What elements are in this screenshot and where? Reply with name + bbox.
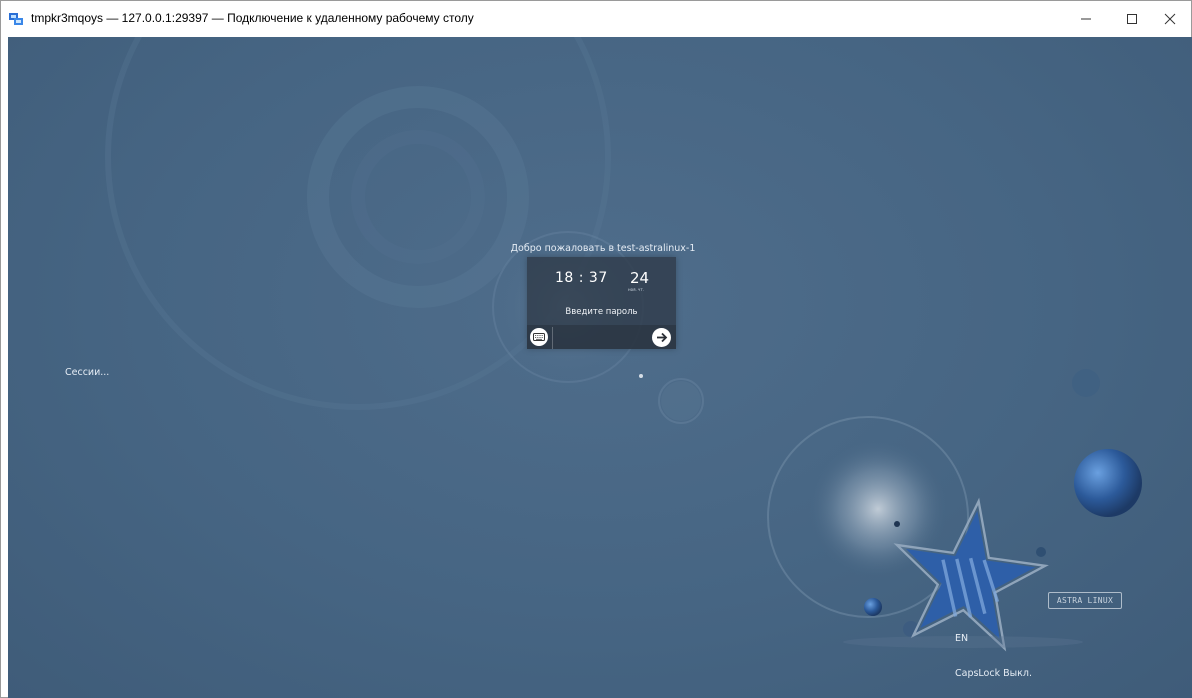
sessions-button[interactable]: Сессии... [65,367,109,378]
arrow-right-icon [657,332,668,343]
password-label: Введите пароль [565,307,638,317]
password-row [527,325,676,349]
close-icon [1164,13,1176,25]
clock-day: 24 [630,269,650,287]
keyboard-layout-indicator[interactable]: EN [955,633,968,644]
wallpaper-decoration [105,37,1142,652]
window-title: tmpkr3mqoys — 127.0.0.1:29397 — Подключе… [31,11,474,25]
maximize-icon [1127,14,1137,24]
minimize-button[interactable] [1063,1,1109,37]
astra-linux-logo: ASTRA LINUX [1048,592,1122,609]
title-bar[interactable]: tmpkr3mqoys — 127.0.0.1:29397 — Подключе… [1,1,1191,37]
login-panel: 18 : 37 24 ноя. чт. Введите пароль [527,257,676,349]
mouse-cursor-dot [639,374,643,378]
close-button[interactable] [1147,1,1192,37]
password-input[interactable] [552,327,655,349]
clock-time: 18 : 37 [555,270,608,286]
remote-desktop[interactable]: Добро пожаловать в test-astralinux-1 18 … [8,37,1192,698]
app-rdp-icon [8,11,24,27]
welcome-message: Добро пожаловать в test-astralinux-1 [510,243,696,254]
minimize-icon [1081,18,1091,20]
clock-date-sub: ноя. чт. [628,287,644,292]
keyboard-button[interactable] [530,328,548,346]
keyboard-icon [533,333,545,341]
rdp-window: tmpkr3mqoys — 127.0.0.1:29397 — Подключе… [0,0,1192,698]
capslock-indicator: CapsLock Выкл. [955,668,1032,679]
login-submit-button[interactable] [652,328,671,347]
